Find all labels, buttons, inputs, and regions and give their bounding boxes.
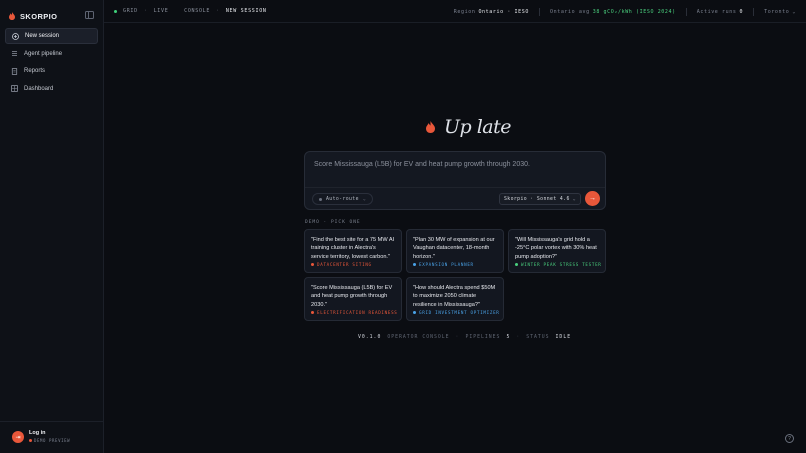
collapse-sidebar-icon[interactable] (85, 11, 94, 19)
top-bar: GRID · LIVE CONSOLE · NEW SESSION Region… (104, 0, 806, 23)
demo-card-text: "Find the best site for a 75 MW AI train… (311, 237, 395, 260)
demo-card-tag: DATACENTER SITING (311, 262, 372, 267)
demo-card-electrification[interactable]: "Score Mississauga (L5B) for EV and heat… (304, 277, 402, 321)
breadcrumb-grid[interactable]: GRID (123, 8, 138, 14)
version: V0.1.0 (358, 335, 382, 340)
sidebar-footer: ⇥ Log in DEMO PREVIEW (0, 421, 104, 453)
tag-dot-icon (413, 263, 416, 266)
demo-card-winter-peak[interactable]: "Will Mississauga's grid hold a -25°C po… (508, 229, 606, 273)
demo-card-tag-label: WINTER PEAK STRESS TESTER (521, 262, 602, 267)
pipelines-label: PIPELINES (465, 335, 501, 340)
send-button[interactable]: → (585, 191, 600, 206)
sidebar-item-agent-pipeline[interactable]: Agent pipeline (5, 46, 98, 62)
status-label: STATUS (526, 335, 550, 340)
demo-card-tag-label: EXPANSION PLANNER (419, 262, 474, 267)
separator: · (516, 335, 521, 340)
chevron-down-icon: ⌄ (362, 196, 367, 202)
breadcrumb-separator: · (143, 8, 148, 14)
demo-card-datacenter-siting[interactable]: "Find the best site for a 75 MW AI train… (304, 229, 402, 273)
active-runs-label: Active runs (696, 9, 737, 15)
separator: · (455, 335, 460, 340)
city-select[interactable]: Toronto (764, 9, 789, 15)
sidebar-item-label: New session (25, 33, 60, 39)
top-status: Region Ontario · IESO Ontario avg 38 gCO… (454, 8, 796, 16)
demo-preview-badge: DEMO PREVIEW (29, 438, 70, 443)
breadcrumb: GRID · LIVE CONSOLE · NEW SESSION (114, 8, 267, 14)
sidebar-item-new-session[interactable]: New session (5, 28, 98, 44)
demo-card-text: "How should Alectra spend $50M to maximi… (413, 285, 496, 308)
demo-card-grid-investment[interactable]: "How should Alectra spend $50M to maximi… (406, 277, 504, 321)
divider (538, 8, 540, 16)
brand[interactable]: SKORPIO (9, 10, 57, 22)
demo-card-expansion-planner[interactable]: "Plan 30 MW of expansion at our Vaughan … (406, 229, 504, 273)
console-label: OPERATOR CONSOLE (387, 335, 450, 340)
breadcrumb-new-session: NEW SESSION (225, 8, 267, 14)
tag-dot-icon (515, 263, 518, 266)
model-select-value: Skorpio · Sonnet 4.6 (504, 196, 570, 202)
flame-logo-icon (9, 12, 15, 20)
pipeline-icon (11, 50, 18, 57)
demo-card-text: "Will Mississauga's grid hold a -25°C po… (515, 237, 597, 260)
prompt-input[interactable]: Score Mississauga (L5B) for EV and heat … (314, 161, 530, 168)
brand-name: SKORPIO (20, 11, 58, 21)
demo-card-tag: WINTER PEAK STRESS TESTER (515, 262, 602, 267)
divider (305, 187, 605, 188)
grid-icon (11, 85, 18, 92)
sidebar-item-label: Reports (24, 68, 46, 74)
breadcrumb-separator: · (216, 8, 220, 14)
breadcrumb-console[interactable]: CONSOLE (184, 8, 210, 14)
divider (753, 8, 755, 16)
demo-card-tag-label: ELECTRIFICATION READINESS (317, 310, 398, 315)
sidebar-item-label: Agent pipeline (24, 50, 63, 57)
tag-dot-icon (413, 311, 416, 314)
status-value: IDLE (555, 335, 572, 340)
demo-card-tag-label: DATACENTER SITING (317, 262, 372, 267)
region-label: Region (453, 9, 476, 15)
tag-dot-icon (311, 263, 314, 266)
sidebar-item-reports[interactable]: Reports (5, 63, 98, 79)
region-value[interactable]: Ontario · IESO (478, 9, 529, 15)
prompt-box: Score Mississauga (L5B) for EV and heat … (304, 151, 606, 210)
live-dot-icon (114, 9, 117, 13)
sidebar: SKORPIO New session Agent pipeline Repor… (0, 0, 104, 453)
demo-card-tag: EXPANSION PLANNER (413, 262, 474, 267)
avg-value: 38 gCO₂/kWh (IESO 2024) (592, 9, 676, 15)
arrow-right-icon: → (589, 195, 596, 202)
document-icon (11, 67, 18, 75)
status-line: V0.1.0 OPERATOR CONSOLE · PIPELINES 5 · … (358, 335, 571, 340)
breadcrumb-separator (174, 8, 178, 14)
demo-card-tag-label: GRID INVESTMENT OPTIMIZER (419, 310, 500, 315)
avg-label: Ontario avg (549, 9, 590, 15)
auto-route-label: Auto-route (326, 196, 359, 202)
demo-card-text: "Plan 30 MW of expansion at our Vaughan … (413, 237, 495, 260)
flame-icon (426, 121, 435, 133)
help-icon[interactable]: ? (785, 434, 794, 443)
status-dot-icon (29, 439, 32, 442)
chevron-down-icon: ⌄ (572, 196, 576, 202)
hero: Up late (426, 116, 512, 138)
divider (685, 8, 687, 16)
demo-card-text: "Score Mississauga (L5B) for EV and heat… (311, 285, 393, 308)
demo-card-tag: GRID INVESTMENT OPTIMIZER (413, 310, 500, 315)
pipelines-value: 5 (506, 335, 511, 340)
demos-label: DEMO · PICK ONE (305, 220, 361, 225)
demo-preview-label: DEMO PREVIEW (34, 438, 71, 443)
tag-dot-icon (311, 311, 314, 314)
sidebar-nav: New session Agent pipeline Reports Dashb… (5, 28, 98, 98)
hero-title: Up late (444, 116, 512, 138)
chevron-down-icon[interactable]: ⌄ (792, 9, 796, 15)
demo-card-tag: ELECTRIFICATION READINESS (311, 310, 398, 315)
model-select[interactable]: Skorpio · Sonnet 4.6 ⌄ (499, 193, 581, 205)
plus-circle-icon (12, 32, 19, 40)
active-runs-value: 0 (739, 9, 744, 15)
login-link[interactable]: Log in (29, 430, 46, 436)
auto-route-toggle[interactable]: Auto-route ⌄ (312, 193, 374, 205)
auto-route-icon (319, 197, 322, 201)
login-icon[interactable]: ⇥ (12, 431, 24, 443)
breadcrumb-live: LIVE (153, 8, 169, 14)
sidebar-item-dashboard[interactable]: Dashboard (5, 81, 98, 97)
sidebar-item-label: Dashboard (24, 85, 54, 92)
